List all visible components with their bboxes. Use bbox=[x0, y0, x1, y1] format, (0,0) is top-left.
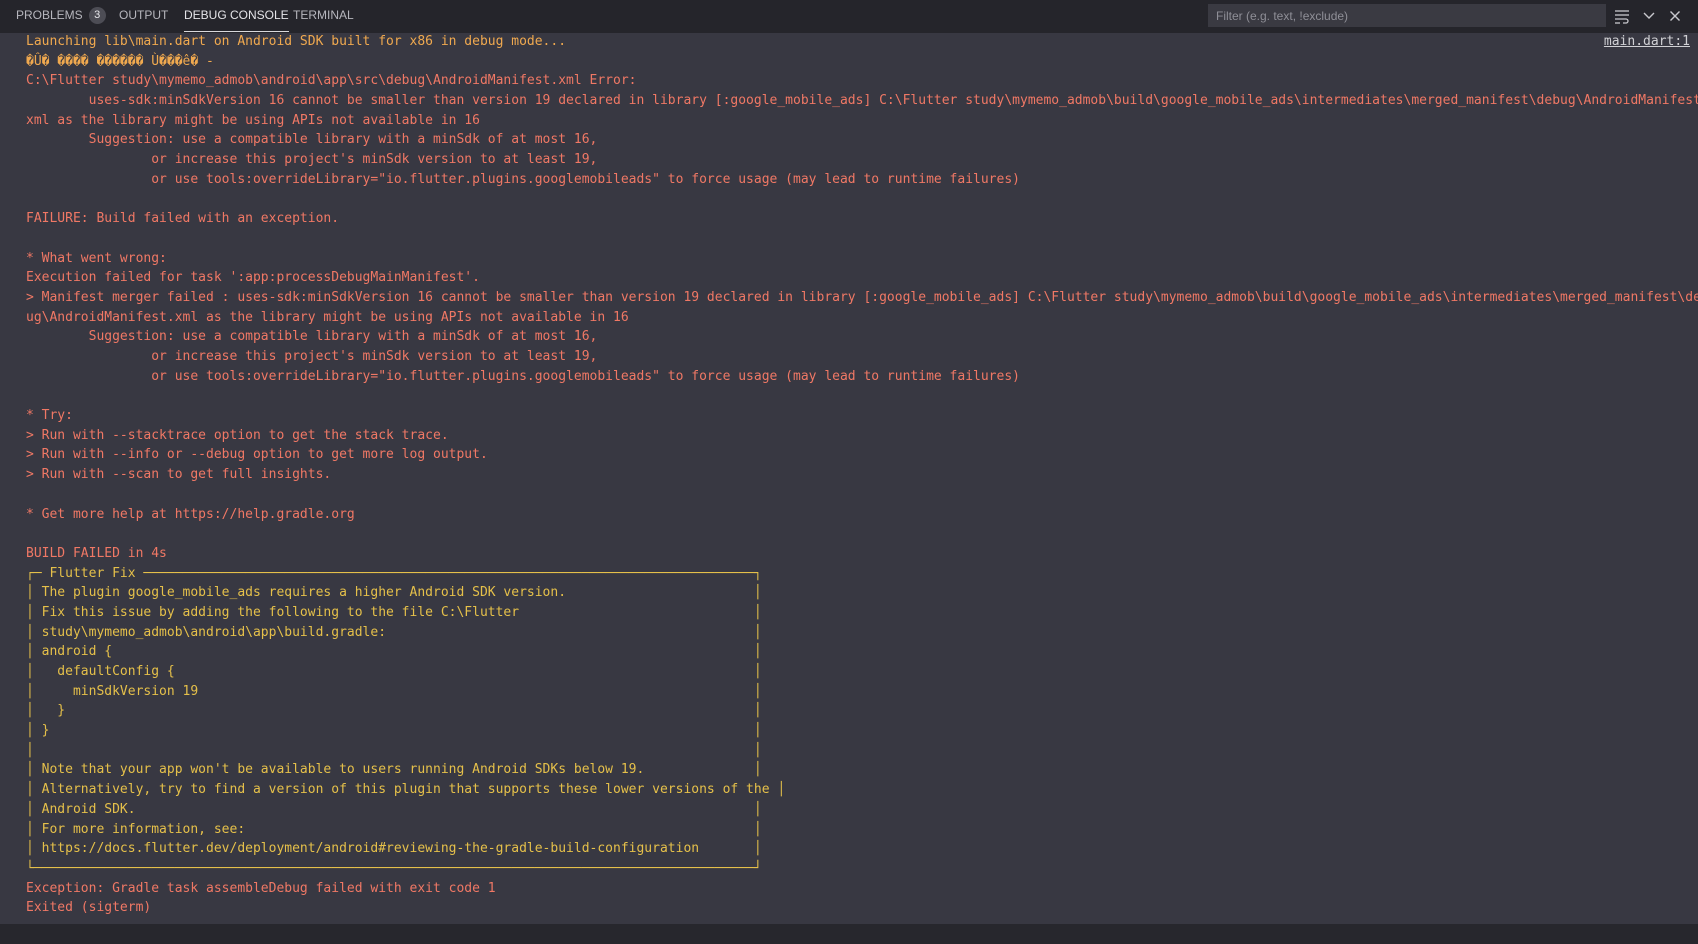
console-line: or increase this project's minSdk versio… bbox=[26, 152, 598, 168]
console-line: │ The plugin google_mobile_ads requires … bbox=[26, 585, 762, 601]
console-line: Suggestion: use a compatible library wit… bbox=[26, 132, 598, 148]
tab-output[interactable]: OUTPUT bbox=[119, 0, 168, 31]
tab-problems-label: PROBLEMS bbox=[16, 8, 83, 22]
console-output: Launching lib\main.dart on Android SDK b… bbox=[26, 32, 1698, 918]
console-line: > Manifest merger failed : uses-sdk:minS… bbox=[26, 289, 1698, 305]
console-line: └───────────────────────────────────────… bbox=[26, 860, 762, 876]
source-location-link[interactable]: main.dart:1 bbox=[1604, 32, 1690, 52]
tab-terminal[interactable]: TERMINAL bbox=[293, 0, 354, 31]
console-line: > Run with --stacktrace option to get th… bbox=[26, 427, 449, 443]
console-line: Exception: Gradle task assembleDebug fai… bbox=[26, 880, 496, 896]
console-line: C:\Flutter study\mymemo_admob\android\ap… bbox=[26, 73, 637, 89]
console-line: �Û� ���� ������ Ù���ê� - bbox=[26, 53, 214, 69]
word-wrap-icon[interactable] bbox=[1612, 6, 1632, 26]
console-line: │ } │ bbox=[26, 723, 762, 739]
console-line: │ defaultConfig { │ bbox=[26, 664, 762, 679]
console-line: ug\AndroidManifest.xml as the library mi… bbox=[26, 309, 629, 325]
console-line: │ study\mymemo_admob\android\app\build.g… bbox=[26, 624, 762, 640]
console-line: Execution failed for task ':app:processD… bbox=[26, 270, 480, 286]
chevron-down-icon[interactable] bbox=[1639, 6, 1659, 26]
tab-output-label: OUTPUT bbox=[119, 8, 169, 22]
console-line: > Run with --scan to get full insights. bbox=[26, 467, 332, 483]
debug-console-panel: PROBLEMS 3 OUTPUT DEBUG CONSOLE TERMINAL bbox=[0, 0, 1698, 944]
console-line: ┌─ Flutter Fix ─────────────────────────… bbox=[26, 565, 762, 581]
console-line: │ https://docs.flutter.dev/deployment/an… bbox=[26, 841, 762, 857]
console-line: Exited (sigterm) bbox=[26, 900, 152, 916]
console-line: │ Alternatively, try to find a version o… bbox=[26, 782, 786, 798]
bottom-strip bbox=[0, 924, 1698, 944]
console-line: │ │ bbox=[26, 742, 762, 758]
console-line: xml as the library might be using APIs n… bbox=[26, 112, 480, 128]
close-icon[interactable] bbox=[1665, 6, 1685, 26]
console-line: Suggestion: use a compatible library wit… bbox=[26, 329, 598, 345]
console-line: or use tools:overrideLibrary="io.flutter… bbox=[26, 171, 1020, 187]
console-line: > Run with --info or --debug option to g… bbox=[26, 447, 488, 463]
console-line: or use tools:overrideLibrary="io.flutter… bbox=[26, 368, 1020, 384]
console-line: │ Fix this issue by adding the following… bbox=[26, 604, 762, 620]
tab-debug-console[interactable]: DEBUG CONSOLE bbox=[184, 0, 289, 32]
console-line: │ } │ bbox=[26, 703, 762, 719]
tab-problems[interactable]: PROBLEMS 3 bbox=[16, 0, 106, 31]
console-line: FAILURE: Build failed with an exception. bbox=[26, 211, 340, 227]
filter-input[interactable] bbox=[1208, 4, 1606, 27]
console-line: │ android { │ bbox=[26, 644, 762, 660]
console-line: │ Note that your app won't be available … bbox=[26, 762, 762, 778]
console-line: │ For more information, see: │ bbox=[26, 821, 762, 837]
console-line: * Try: bbox=[26, 408, 73, 424]
panel-tab-bar: PROBLEMS 3 OUTPUT DEBUG CONSOLE TERMINAL bbox=[0, 0, 1698, 33]
console-line: │ Android SDK. │ bbox=[26, 801, 762, 817]
tab-terminal-label: TERMINAL bbox=[293, 8, 354, 22]
problems-count-badge: 3 bbox=[88, 7, 106, 24]
tab-debug-console-label: DEBUG CONSOLE bbox=[184, 8, 289, 22]
console-line: or increase this project's minSdk versio… bbox=[26, 349, 598, 364]
console-line: * What went wrong: bbox=[26, 250, 167, 266]
console-line: uses-sdk:minSdkVersion 16 cannot be smal… bbox=[26, 93, 1698, 109]
console-line: Launching lib\main.dart on Android SDK b… bbox=[26, 34, 567, 49]
console-line: BUILD FAILED in 4s bbox=[26, 545, 167, 561]
console-line: │ minSdkVersion 19 │ bbox=[26, 683, 762, 699]
console-line: * Get more help at https://help.gradle.o… bbox=[26, 506, 355, 522]
